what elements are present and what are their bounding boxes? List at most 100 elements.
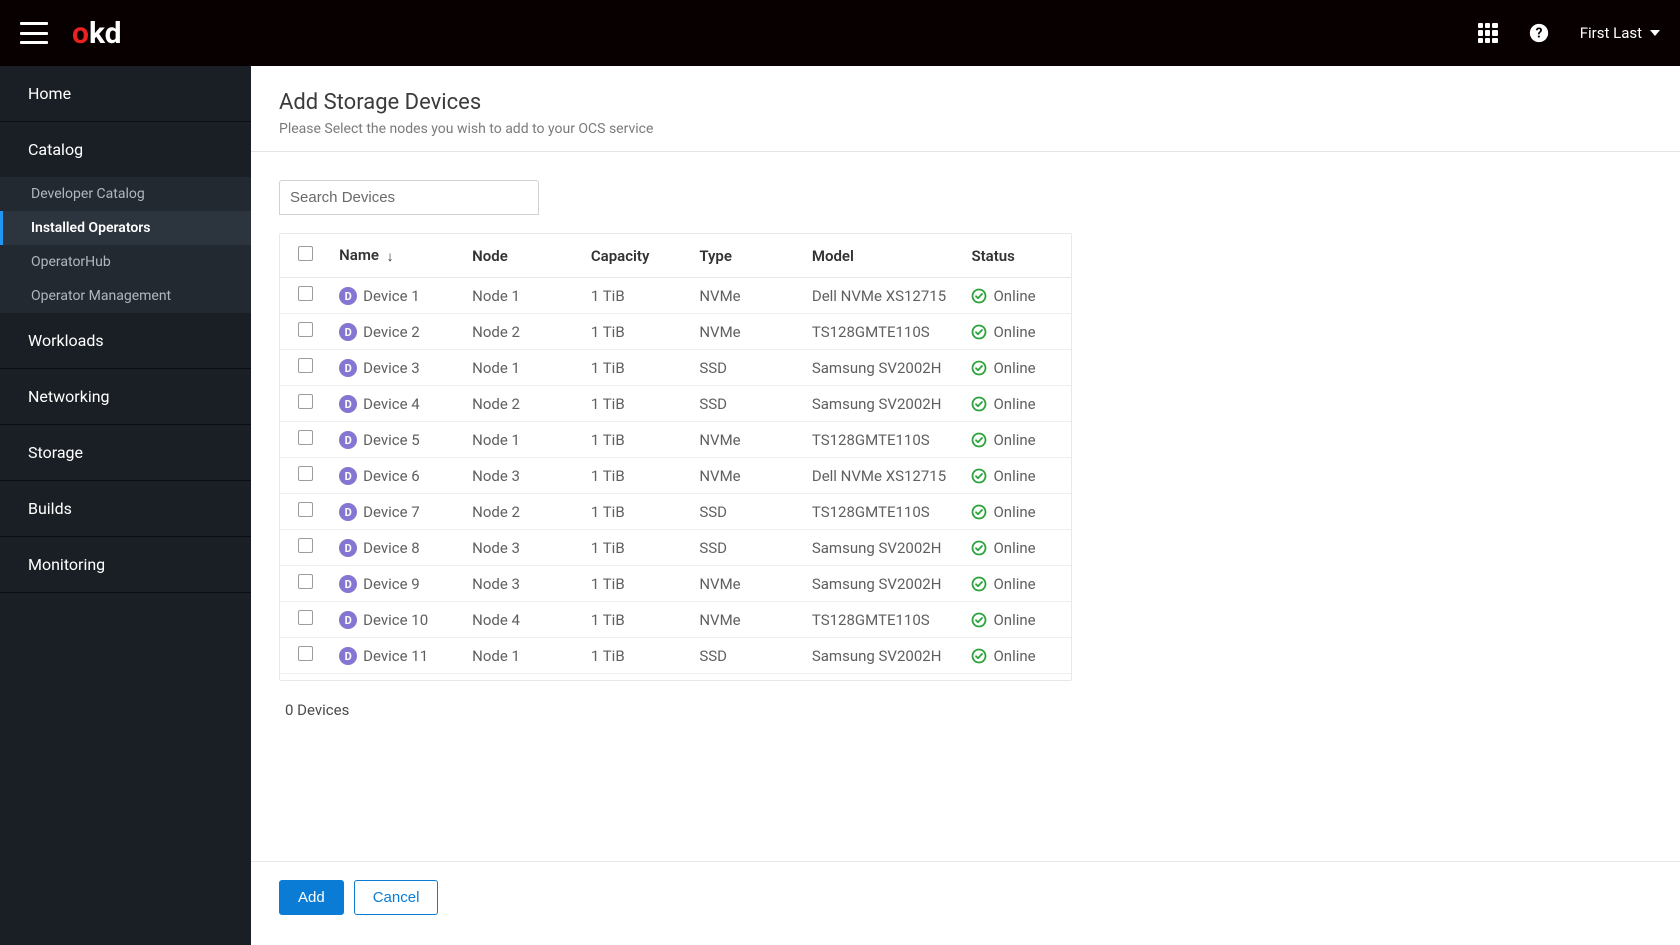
sidebar-section-catalog[interactable]: Catalog: [0, 122, 251, 177]
check-circle-icon: [971, 360, 987, 376]
col-header-node[interactable]: Node: [464, 234, 583, 278]
row-capacity-cell: 1 TiB: [583, 422, 691, 458]
page-subtitle: Please Select the nodes you wish to add …: [279, 121, 1652, 137]
row-capacity-cell: 1 TiB: [583, 386, 691, 422]
sidebar: Home Catalog Developer Catalog Installed…: [0, 66, 251, 945]
add-button[interactable]: Add: [279, 880, 344, 915]
hamburger-menu-button[interactable]: [20, 22, 48, 44]
table-header-row: Name ↓ Node Capacity Type Model Status: [280, 234, 1071, 278]
row-checkbox[interactable]: [298, 646, 313, 661]
row-status-cell: Online: [963, 530, 1071, 566]
row-node-cell: Node 1: [464, 638, 583, 674]
col-header-status[interactable]: Status: [963, 234, 1071, 278]
table-row: DDevice 1Node 31 TiBSSDTS128GMTE110SOnli…: [280, 674, 1071, 680]
select-all-checkbox[interactable]: [298, 246, 313, 261]
help-icon: ?: [1528, 22, 1550, 44]
status-text: Online: [993, 431, 1035, 449]
row-checkbox[interactable]: [298, 538, 313, 553]
row-model-cell: Samsung SV2002H: [804, 386, 964, 422]
row-type-cell: NVMe: [691, 602, 804, 638]
devices-table-container: Name ↓ Node Capacity Type Model Status D…: [279, 233, 1072, 681]
sidebar-item-workloads[interactable]: Workloads: [0, 313, 251, 369]
chevron-down-icon: [1650, 30, 1660, 36]
row-capacity-cell: 1 TiB: [583, 674, 691, 680]
device-name: Device 7: [363, 503, 420, 521]
logo-o: o: [72, 16, 89, 51]
row-node-cell: Node 4: [464, 602, 583, 638]
sidebar-item-installed-operators[interactable]: Installed Operators: [0, 211, 251, 245]
row-name-cell: DDevice 6: [331, 458, 464, 494]
sidebar-item-operator-management[interactable]: Operator Management: [0, 279, 251, 313]
row-status-cell: Online: [963, 458, 1071, 494]
search-wrap: [279, 180, 1652, 215]
device-badge-icon: D: [339, 503, 357, 521]
sidebar-item-developer-catalog[interactable]: Developer Catalog: [0, 177, 251, 211]
row-type-cell: NVMe: [691, 458, 804, 494]
table-row: DDevice 3Node 11 TiBSSDSamsung SV2002HOn…: [280, 350, 1071, 386]
row-checkbox[interactable]: [298, 466, 313, 481]
row-model-cell: Dell NVMe XS12715: [804, 278, 964, 314]
row-node-cell: Node 3: [464, 566, 583, 602]
main-content: Add Storage Devices Please Select the no…: [251, 66, 1680, 945]
row-checkbox[interactable]: [298, 286, 313, 301]
check-circle-icon: [971, 540, 987, 556]
user-menu-button[interactable]: First Last: [1580, 24, 1660, 42]
sidebar-item-networking[interactable]: Networking: [0, 369, 251, 425]
row-checkbox-cell: [280, 458, 331, 494]
row-checkbox[interactable]: [298, 430, 313, 445]
row-checkbox-cell: [280, 422, 331, 458]
row-name-cell: DDevice 9: [331, 566, 464, 602]
sidebar-item-builds[interactable]: Builds: [0, 481, 251, 537]
table-row: DDevice 7Node 21 TiBSSDTS128GMTE110SOnli…: [280, 494, 1071, 530]
search-input[interactable]: [279, 180, 539, 215]
row-name-cell: DDevice 2: [331, 314, 464, 350]
col-header-type[interactable]: Type: [691, 234, 804, 278]
status-text: Online: [993, 575, 1035, 593]
check-circle-icon: [971, 576, 987, 592]
row-status-cell: Online: [963, 602, 1071, 638]
table-row: DDevice 8Node 31 TiBSSDSamsung SV2002HOn…: [280, 530, 1071, 566]
sidebar-item-operatorhub[interactable]: OperatorHub: [0, 245, 251, 279]
status-text: Online: [993, 611, 1035, 629]
col-header-capacity[interactable]: Capacity: [583, 234, 691, 278]
device-badge-icon: D: [339, 467, 357, 485]
col-header-name[interactable]: Name ↓: [331, 234, 464, 278]
devices-table-scroll[interactable]: Name ↓ Node Capacity Type Model Status D…: [280, 234, 1071, 680]
row-checkbox[interactable]: [298, 574, 313, 589]
row-checkbox[interactable]: [298, 610, 313, 625]
sort-desc-icon: ↓: [387, 248, 394, 265]
row-model-cell: TS128GMTE110S: [804, 314, 964, 350]
device-name: Device 4: [363, 395, 420, 413]
row-model-cell: Dell NVMe XS12715: [804, 458, 964, 494]
table-row: DDevice 9Node 31 TiBNVMeSamsung SV2002HO…: [280, 566, 1071, 602]
check-circle-icon: [971, 324, 987, 340]
device-badge-icon: D: [339, 359, 357, 377]
row-checkbox[interactable]: [298, 394, 313, 409]
sidebar-item-storage[interactable]: Storage: [0, 425, 251, 481]
device-badge-icon: D: [339, 323, 357, 341]
sidebar-item-monitoring[interactable]: Monitoring: [0, 537, 251, 593]
col-header-model[interactable]: Model: [804, 234, 964, 278]
row-name-cell: DDevice 10: [331, 602, 464, 638]
row-status-cell: Online: [963, 422, 1071, 458]
sidebar-item-home[interactable]: Home: [0, 66, 251, 122]
table-row: DDevice 1Node 11 TiBNVMeDell NVMe XS1271…: [280, 278, 1071, 314]
row-name-cell: DDevice 8: [331, 530, 464, 566]
device-badge-icon: D: [339, 539, 357, 557]
page-title: Add Storage Devices: [279, 90, 1652, 115]
help-button[interactable]: ?: [1528, 22, 1550, 44]
row-model-cell: Samsung SV2002H: [804, 350, 964, 386]
cancel-button[interactable]: Cancel: [354, 880, 439, 915]
row-checkbox[interactable]: [298, 502, 313, 517]
row-checkbox-cell: [280, 494, 331, 530]
row-checkbox[interactable]: [298, 358, 313, 373]
row-node-cell: Node 3: [464, 674, 583, 680]
device-badge-icon: D: [339, 431, 357, 449]
device-badge-icon: D: [339, 395, 357, 413]
row-node-cell: Node 2: [464, 494, 583, 530]
apps-launcher-button[interactable]: [1478, 23, 1498, 43]
col-header-name-label: Name: [339, 246, 379, 264]
content-body: Name ↓ Node Capacity Type Model Status D…: [251, 152, 1680, 861]
row-checkbox[interactable]: [298, 322, 313, 337]
status-text: Online: [993, 359, 1035, 377]
